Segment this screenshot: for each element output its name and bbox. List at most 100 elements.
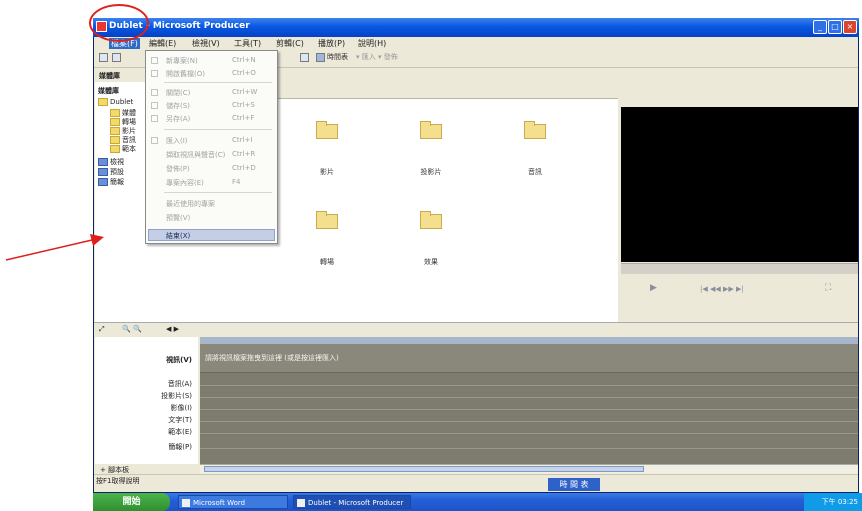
track-label[interactable]: 音訊(A) [168,379,192,389]
track-label[interactable]: 範本(E) [168,427,192,437]
menu-separator [164,82,272,83]
folder-label[interactable]: 投影片 [411,167,451,177]
word-icon [182,499,190,507]
timeline-tab-button[interactable]: 時 間 表 [548,478,600,491]
menu-item-exit[interactable]: 結束(X) [146,230,277,241]
storyboard-toggle[interactable]: + 腳本板 [95,464,198,474]
menu-item-properties[interactable]: 專案內容(E) F4 [146,177,277,188]
video-track-hint: 請將視訊檔案拖曳到這裡 (或是按這裡匯入) [205,354,339,362]
timeline-view-icon[interactable] [316,53,325,62]
timeline-ruler[interactable] [200,337,858,344]
save-as-icon [151,115,158,122]
folder-icon[interactable] [316,121,338,139]
annotation-circle [89,4,149,42]
menu-item-save[interactable]: 儲存(S) Ctrl+S [146,100,277,111]
menu-item-capture[interactable]: 擷取視訊與聲音(C) Ctrl+R [146,149,277,160]
tree-item[interactable]: 檢視 [98,157,124,167]
arrow-head [90,234,104,246]
folder-icon [110,145,120,153]
content-header [272,68,618,99]
import-publish-label[interactable]: ▾ 匯入 ▾ 發佈 [356,52,398,62]
track-divider [200,448,858,449]
folder-icon[interactable] [420,121,442,139]
menu-clip[interactable]: 剪輯(C) [276,38,304,49]
menu-item-save-as[interactable]: 另存(A) Ctrl+F [146,113,277,124]
menu-help[interactable]: 說明(H) [358,38,386,49]
menu-separator [164,192,272,193]
folder-label[interactable]: 效果 [411,257,451,267]
preview-screen [621,107,858,262]
save-icon [151,102,158,109]
track-label[interactable]: 影像(I) [170,403,192,413]
play-button[interactable]: ▶ [650,283,657,293]
minimize-button[interactable]: _ [813,20,827,34]
timeline-toolbar: ⤢ 🔍 🔍 ◀ ▶ [94,322,858,337]
folder-icon[interactable] [420,211,442,229]
content-pane: 影片 投影片 音訊 轉場 效果 [272,99,618,322]
menu-item-new[interactable]: 新專案(N) Ctrl+N [146,55,277,66]
timeline-view-label[interactable]: 時間表 [327,52,348,62]
track-divider [200,421,858,422]
nav-arrows-icon[interactable]: ◀ ▶ [166,325,179,333]
menu-edit[interactable]: 編輯(E) [149,38,176,49]
menu-item-open[interactable]: 開啟舊檔(O) Ctrl+O [146,68,277,79]
track-divider [200,433,858,434]
folder-icon [110,127,120,135]
clock: 下午 03:25 [821,498,858,506]
layout-icon[interactable] [300,53,309,62]
media-library-tab[interactable]: 媒體庫 [99,71,120,81]
new-icon[interactable] [99,53,108,62]
new-icon [151,57,158,64]
tree-item[interactable]: 預設 [98,167,124,177]
doc-icon [98,168,108,176]
system-tray[interactable]: 下午 03:25 [804,493,862,511]
arrow-line [5,239,93,261]
maximize-button[interactable]: □ [828,20,842,34]
zoom-icon[interactable]: 🔍 🔍 [122,325,142,333]
menu-play[interactable]: 播放(P) [318,38,345,49]
folder-label[interactable]: 轉場 [307,257,347,267]
producer-icon [297,499,305,507]
taskbar: 開始 Microsoft Word Dublet - Microsoft Pro… [93,493,862,511]
tree-title: 媒體庫 [98,87,119,95]
folder-icon [110,118,120,126]
track-label[interactable]: 投影片(S) [161,391,192,401]
folder-label[interactable]: 影片 [307,167,347,177]
menu-item-import[interactable]: 匯入(I) Ctrl+I [146,135,277,146]
doc-icon [98,178,108,186]
taskbar-item-word[interactable]: Microsoft Word [178,495,288,509]
close-button[interactable]: × [843,20,857,34]
folder-label[interactable]: 音訊 [515,167,555,177]
track-divider [200,385,858,386]
track-divider [200,409,858,410]
track-labels: 視訊(V) 音訊(A) 投影片(S) 影像(I) 文字(T) 範本(E) 簡報(… [95,337,198,464]
tree-item[interactable]: 簡報 [98,177,124,187]
transport-controls[interactable]: |◀ ◀◀ ▶▶ ▶| [700,285,744,293]
menu-item-preview[interactable]: 預覽(V) [146,212,277,223]
track-label-video[interactable]: 視訊(V) [166,355,192,365]
status-text: 按F1取得說明 [96,477,140,485]
taskbar-item-producer[interactable]: Dublet - Microsoft Producer [293,495,411,509]
menu-tools[interactable]: 工具(T) [234,38,261,49]
start-button[interactable]: 開始 [93,493,170,511]
menu-view[interactable]: 檢視(V) [192,38,220,49]
track-label[interactable]: 簡報(P) [168,442,192,452]
open-icon[interactable] [112,53,121,62]
expand-icon[interactable]: ⤢ [99,325,105,334]
import-icon [151,137,158,144]
doc-icon [98,158,108,166]
seek-bar[interactable] [621,263,858,274]
track-divider [200,397,858,398]
menu-item-publish[interactable]: 發佈(P) Ctrl+D [146,163,277,174]
folder-icon[interactable] [524,121,546,139]
menu-item-close[interactable]: 關閉(C) Ctrl+W [146,87,277,98]
menu-item-recent[interactable]: 最近使用的專案 [146,198,277,209]
title-bar[interactable]: Dublet - Microsoft Producer _ □ × [93,18,859,37]
scrollbar-thumb[interactable] [204,466,644,472]
fullscreen-icon[interactable]: ⛶ [825,283,831,293]
folder-icon[interactable] [316,211,338,229]
menu-bar: 檔案(F) 編輯(E) 檢視(V) 工具(T) 剪輯(C) 播放(P) 說明(H… [94,37,858,50]
tree-item[interactable]: 範本 [110,144,136,154]
track-label[interactable]: 文字(T) [168,415,192,425]
tree-item-root[interactable]: Dublet [98,98,133,106]
